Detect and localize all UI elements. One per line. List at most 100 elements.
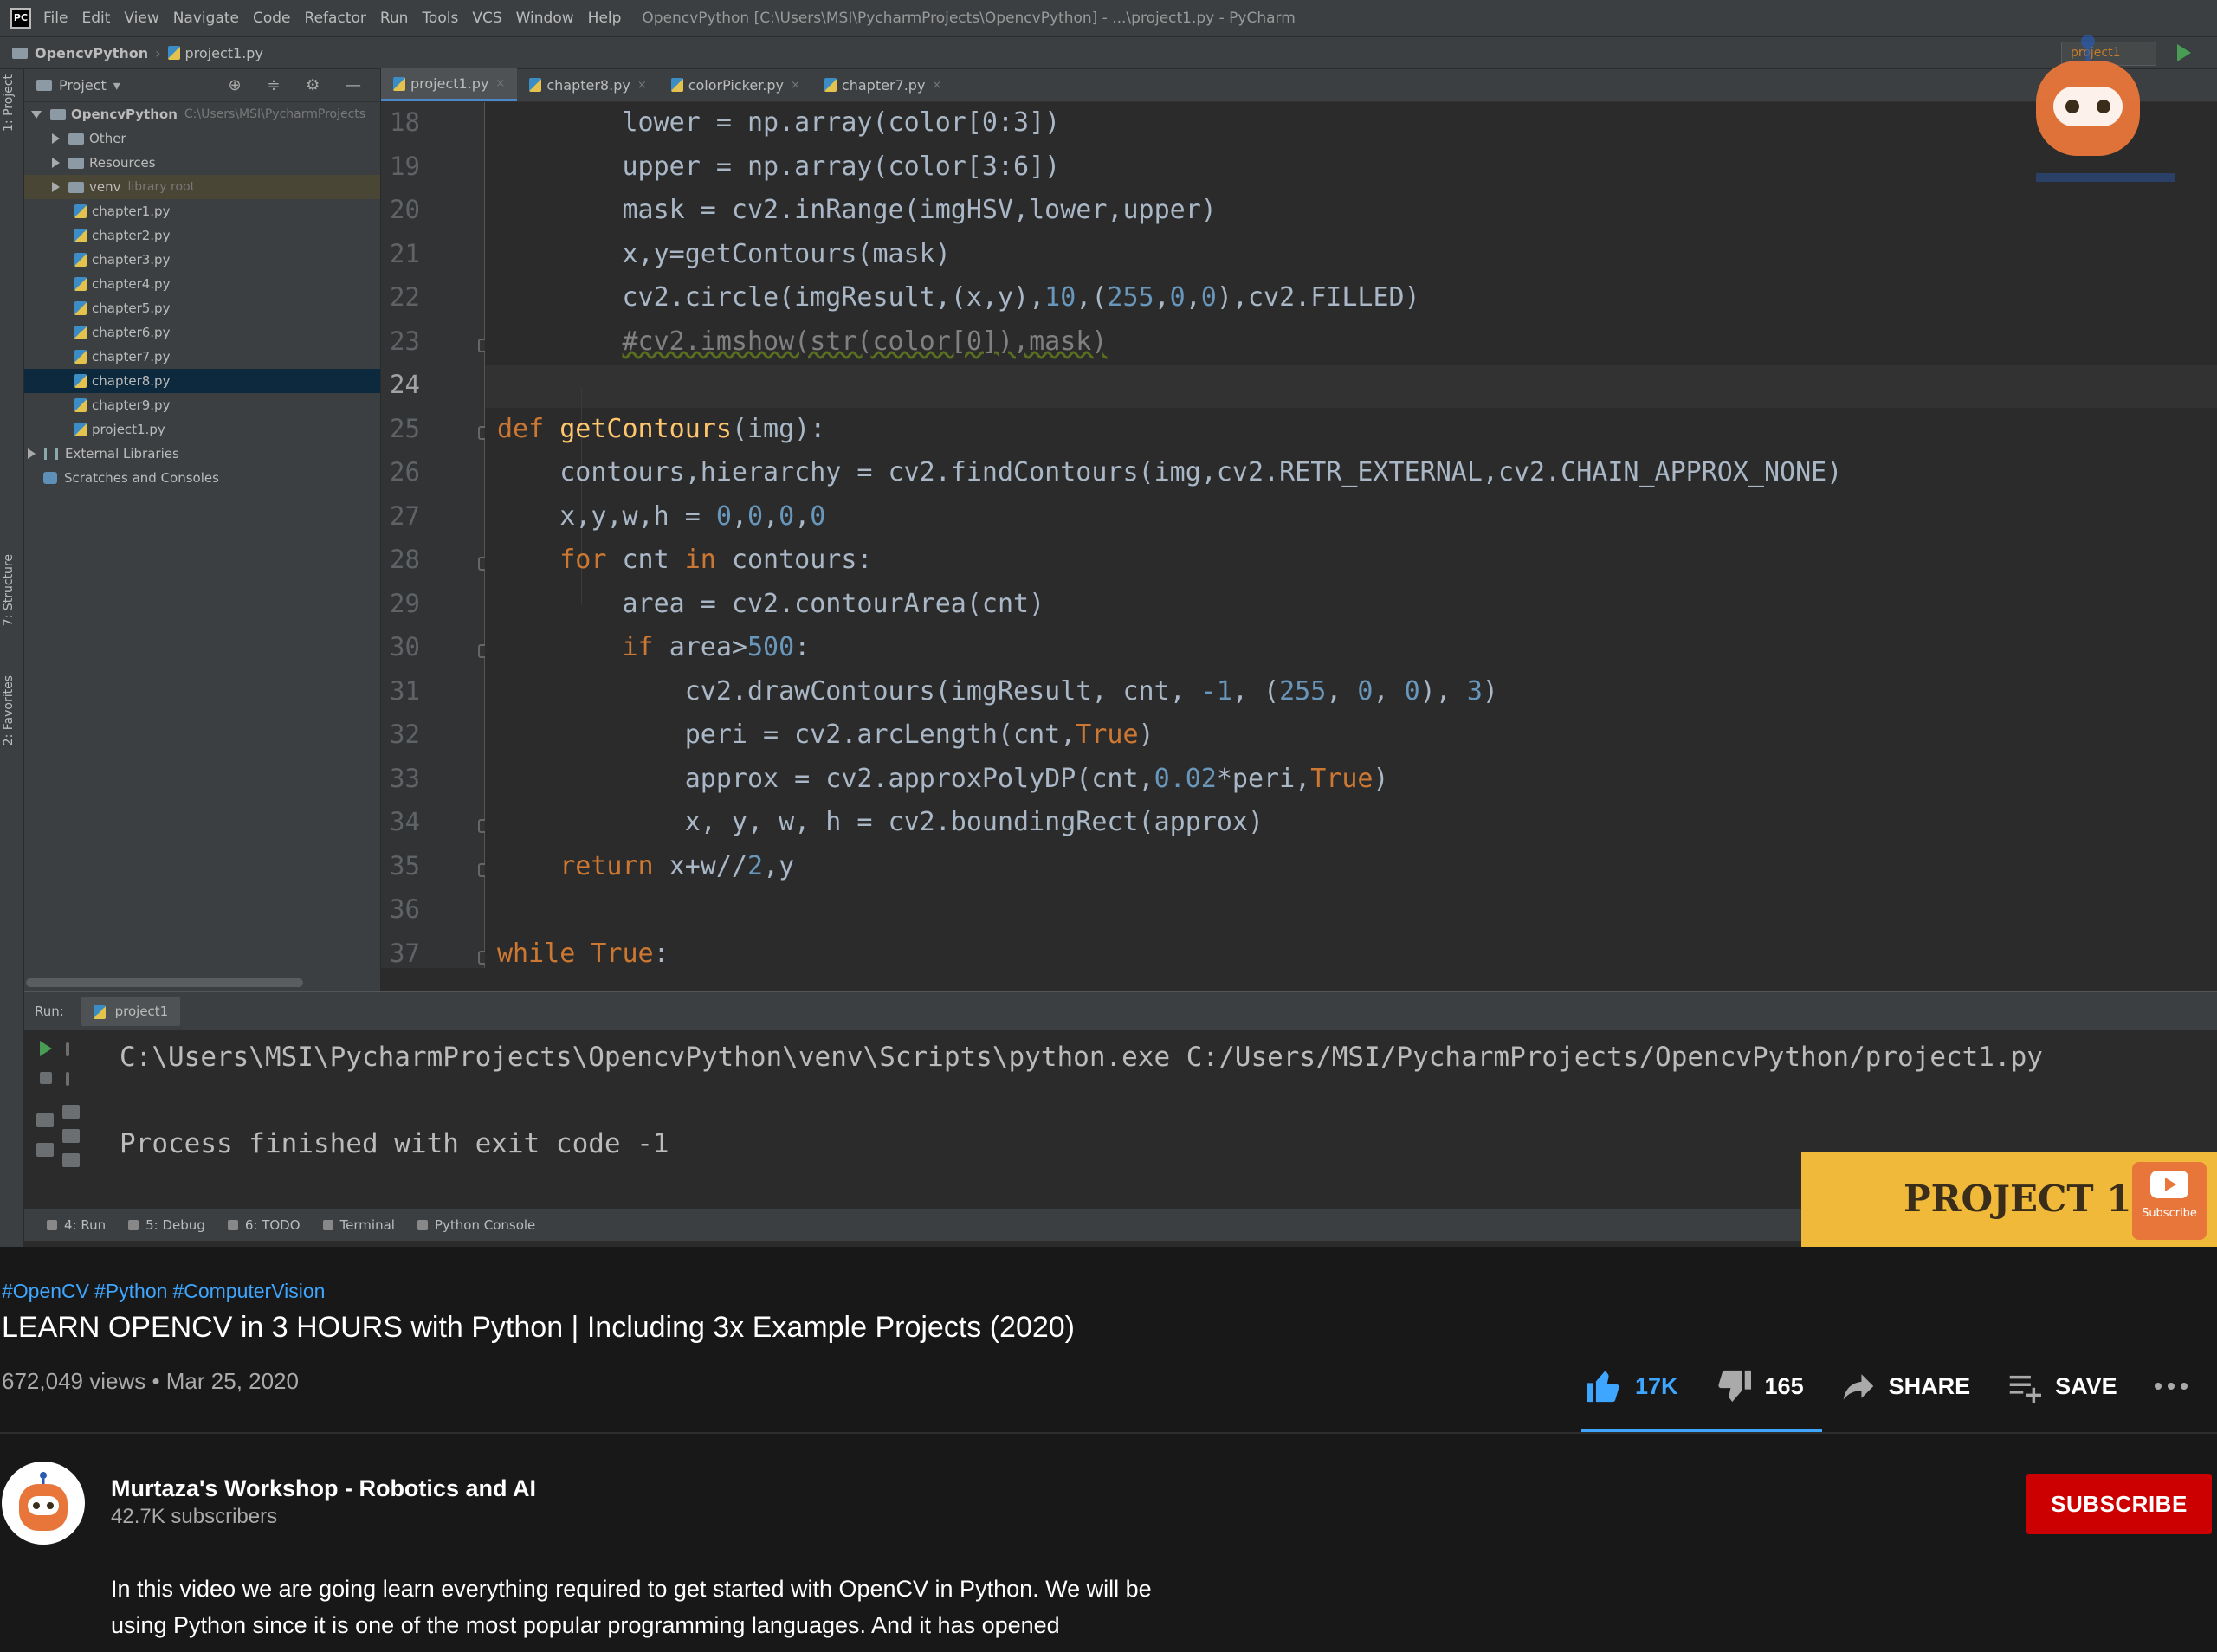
menu-code[interactable]: Code <box>253 10 291 27</box>
tab-colorPicker[interactable]: colorPicker.py × <box>659 68 812 101</box>
run-tab-project1[interactable]: project1 <box>81 997 181 1026</box>
close-icon[interactable]: × <box>637 79 647 92</box>
menu-refactor[interactable]: Refactor <box>305 10 366 27</box>
menu-window[interactable]: Window <box>516 10 574 27</box>
scroll-down-icon[interactable] <box>66 1072 69 1086</box>
more-actions-button[interactable] <box>2154 1382 2201 1391</box>
scroll-up-icon[interactable] <box>66 1042 69 1056</box>
run-icon[interactable] <box>2177 44 2191 61</box>
layout-icon[interactable] <box>36 1113 54 1127</box>
menu-file[interactable]: File <box>43 10 68 27</box>
code-token: 0 <box>810 500 826 532</box>
code-editor[interactable]: lower = np.array(color[0:3]) upper = np.… <box>485 102 2217 968</box>
code-line: for cnt in contours: <box>497 545 872 575</box>
menu-vcs[interactable]: VCS <box>472 10 501 27</box>
hashtag-link[interactable]: #ComputerVision <box>172 1280 325 1302</box>
chevron-right-icon[interactable] <box>28 448 36 459</box>
chevron-right-icon[interactable] <box>52 158 60 168</box>
tree-file-label: chapter3.py <box>92 252 171 268</box>
code-token: 0 <box>715 500 732 532</box>
save-button[interactable]: SAVE <box>2007 1370 2117 1403</box>
code-line: x, y, w, h = cv2.boundingRect(approx) <box>497 807 1264 837</box>
rerun-icon[interactable] <box>40 1041 52 1056</box>
close-icon[interactable]: × <box>932 79 941 92</box>
channel-avatar[interactable] <box>2 1462 85 1545</box>
tree-external-libraries[interactable]: External Libraries <box>24 442 380 466</box>
ide-window-title: OpencvPython [C:\Users\MSI\PycharmProjec… <box>642 10 1296 27</box>
menu-tools[interactable]: Tools <box>422 10 458 27</box>
code-token: mask = cv2.inRange(imgHSV,lower,upper) <box>497 195 1217 225</box>
channel-name[interactable]: Murtaza's Workshop - Robotics and AI <box>111 1475 536 1502</box>
hashtag-link[interactable]: #Python <box>94 1280 167 1302</box>
breadcrumb-file[interactable]: project1.py <box>185 45 263 61</box>
tree-file-chapter2[interactable]: chapter2.py <box>24 223 380 248</box>
code-token: upper = np.array(color[3:6]) <box>497 151 1061 182</box>
structure-tool-tab[interactable]: 7: Structure <box>2 554 16 626</box>
subscribe-button[interactable]: SUBSCRIBE <box>2026 1474 2212 1534</box>
tool-debug[interactable]: 5: Debug <box>128 1217 205 1233</box>
close-icon[interactable]: × <box>495 77 505 90</box>
tree-folder-venv[interactable]: venv library root <box>24 175 380 199</box>
project-view-selector[interactable]: Project <box>59 77 107 94</box>
menu-help[interactable]: Help <box>588 10 622 27</box>
channel-robot-watermark-icon <box>2036 35 2175 182</box>
tree-file-chapter7[interactable]: chapter7.py <box>24 345 380 369</box>
stop-icon[interactable] <box>40 1072 52 1084</box>
project-tool-tab[interactable]: 1: Project <box>2 74 16 132</box>
line-number: 37 <box>390 938 420 968</box>
python-file-icon <box>74 253 87 267</box>
python-file-icon <box>529 78 542 92</box>
code-token: getContours <box>559 413 732 444</box>
menu-navigate[interactable]: Navigate <box>173 10 239 27</box>
tool-python-console[interactable]: Python Console <box>417 1217 535 1233</box>
chevron-right-icon[interactable] <box>52 133 60 144</box>
line-number: 26 <box>390 457 420 487</box>
tab-chapter8[interactable]: chapter8.py × <box>517 68 658 101</box>
menu-run[interactable]: Run <box>380 10 409 27</box>
pin-icon[interactable] <box>36 1143 54 1157</box>
like-button[interactable]: 17K <box>1585 1369 1678 1404</box>
tree-file-chapter6[interactable]: chapter6.py <box>24 320 380 345</box>
code-token: , <box>1154 282 1170 313</box>
menu-view[interactable]: View <box>124 10 158 27</box>
tool-window-icon <box>128 1219 139 1230</box>
python-file-icon <box>74 326 87 339</box>
favorites-tool-tab[interactable]: 2: Favorites <box>2 675 16 745</box>
breadcrumb-project[interactable]: OpencvPython <box>35 45 148 61</box>
tree-file-chapter5[interactable]: chapter5.py <box>24 296 380 320</box>
tree-file-chapter9[interactable]: chapter9.py <box>24 393 380 417</box>
tab-project1[interactable]: project1.py × <box>381 68 518 101</box>
tree-file-chapter3[interactable]: chapter3.py <box>24 248 380 272</box>
soft-wrap-icon[interactable] <box>62 1105 80 1119</box>
tree-file-label: chapter1.py <box>92 203 171 219</box>
chevron-right-icon[interactable] <box>52 182 60 192</box>
share-button[interactable]: SHARE <box>1840 1370 1970 1403</box>
scroll-to-end-icon[interactable] <box>62 1129 80 1143</box>
code-token: ,( <box>1076 282 1108 313</box>
tool-terminal[interactable]: Terminal <box>322 1217 395 1233</box>
hashtag-link[interactable]: #OpenCV <box>2 1280 89 1302</box>
tree-scratches[interactable]: Scratches and Consoles <box>24 466 380 490</box>
tree-file-chapter8[interactable]: chapter8.py <box>24 369 380 393</box>
close-icon[interactable]: × <box>791 79 800 92</box>
tree-file-chapter1[interactable]: chapter1.py <box>24 199 380 223</box>
chevron-down-icon[interactable]: ▾ <box>113 77 120 94</box>
tree-folder-other[interactable]: Other <box>24 126 380 151</box>
tree-file-project1[interactable]: project1.py <box>24 417 380 442</box>
dislike-button[interactable]: 165 <box>1715 1369 1804 1404</box>
tree-file-chapter4[interactable]: chapter4.py <box>24 272 380 296</box>
tree-root-opencvpython[interactable]: OpencvPython C:\Users\MSI\PycharmProjects <box>24 102 380 126</box>
horizontal-scrollbar[interactable] <box>26 978 303 987</box>
chevron-down-icon[interactable] <box>31 110 42 119</box>
python-file-icon <box>74 301 87 315</box>
python-file-icon <box>670 78 683 92</box>
menu-edit[interactable]: Edit <box>81 10 110 27</box>
print-icon[interactable] <box>62 1153 80 1167</box>
tool-todo[interactable]: 6: TODO <box>227 1217 301 1233</box>
project-panel-settings-icon[interactable]: ⊕ ≑ ⚙ — <box>229 76 372 94</box>
tab-chapter7[interactable]: chapter7.py × <box>812 68 953 101</box>
code-token: ), <box>1419 675 1467 707</box>
video-player[interactable]: PC File Edit View Navigate Code Refactor Run To… <box>0 0 2217 1247</box>
tree-folder-resources[interactable]: Resources <box>24 151 380 175</box>
tool-run[interactable]: 4: Run <box>47 1217 106 1233</box>
